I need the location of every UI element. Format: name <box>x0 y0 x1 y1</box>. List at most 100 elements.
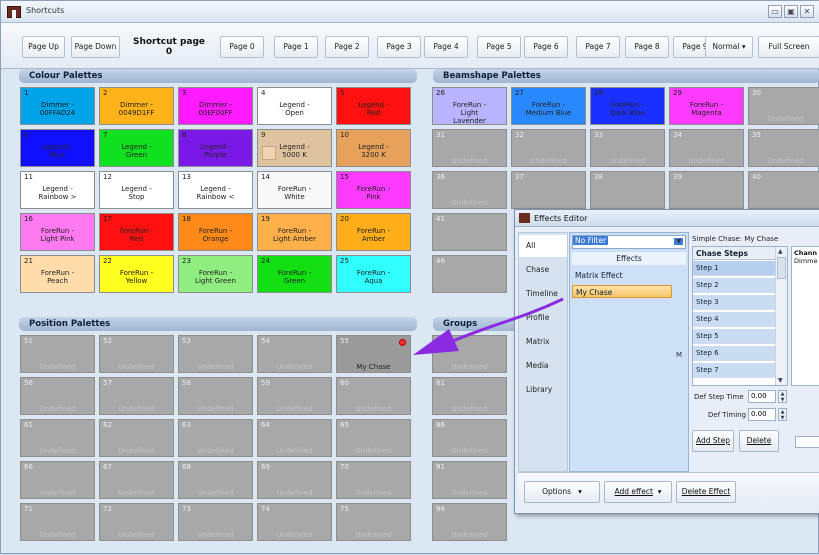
beamshape-palette-cell[interactable]: 29 ForeRun - Magenta <box>669 87 744 125</box>
colour-palette-cell[interactable]: 1 Dimmer - 00FFAD24 <box>20 87 95 125</box>
page-tab-6[interactable]: Page 6 <box>524 36 568 58</box>
position-palette-cell[interactable]: 63 Undefined <box>178 419 253 457</box>
chase-step-item[interactable]: Step 3 <box>693 295 775 310</box>
colour-palette-cell[interactable]: 17 ForeRun - Red <box>99 213 174 251</box>
def-timing-spinner[interactable]: ▲ ▼ <box>778 408 787 421</box>
colour-palette-cell[interactable]: 22 ForeRun - Yellow <box>99 255 174 293</box>
colour-palette-cell[interactable]: 24 ForeRun - Green <box>257 255 332 293</box>
position-palette-cell[interactable]: 62 Undefined <box>99 419 174 457</box>
position-palette-cell[interactable]: 52 Undefined <box>99 335 174 373</box>
position-palette-cell[interactable]: 56 Undefined <box>20 377 95 415</box>
page-tab-0[interactable]: Page 0 <box>220 36 264 58</box>
beamshape-palette-cell[interactable]: 26 ForeRun - Light Lavender <box>432 87 507 125</box>
full-screen-button[interactable]: Full Screen <box>758 36 819 58</box>
tab-timeline[interactable]: Timeline <box>519 283 567 305</box>
effects-editor-titlebar[interactable]: Effects Editor <box>515 210 819 227</box>
tab-matrix[interactable]: Matrix <box>519 331 567 353</box>
chase-step-item[interactable]: Step 7 <box>693 363 775 378</box>
position-palette-cell[interactable]: 72 Undefined <box>99 503 174 541</box>
colour-palette-cell[interactable]: 15 ForeRun - Pink <box>336 171 411 209</box>
def-timing-input[interactable]: 0.00 <box>748 408 776 421</box>
steps-scrollbar[interactable]: ▲ ▼ <box>775 247 787 385</box>
beamshape-palette-cell[interactable]: 31 Undefined <box>432 129 507 167</box>
beamshape-palette-cell[interactable]: 41 <box>432 213 507 251</box>
page-down-button[interactable]: Page Down <box>71 36 120 58</box>
page-tab-8[interactable]: Page 8 <box>625 36 669 58</box>
beamshape-palette-cell[interactable]: 30 Undefined <box>748 87 819 125</box>
colour-palette-cell[interactable]: 23 ForeRun - Light Green <box>178 255 253 293</box>
position-palette-cell[interactable]: 59 Undefined <box>257 377 332 415</box>
beamshape-palette-cell[interactable]: 38 <box>590 171 665 209</box>
position-palette-cell[interactable]: 58 Undefined <box>178 377 253 415</box>
position-palette-cell[interactable]: 66 Undefined <box>20 461 95 499</box>
colour-palette-cell[interactable]: 14 ForeRun - White <box>257 171 332 209</box>
beamshape-palette-cell[interactable]: 39 <box>669 171 744 209</box>
group-palette-cell[interactable]: 86 Undefined <box>432 419 507 457</box>
beamshape-palette-cell[interactable]: 33 Undefined <box>590 129 665 167</box>
beamshape-palette-cell[interactable]: 28 ForeRun - Dark Blue <box>590 87 665 125</box>
group-palette-cell[interactable]: 96 Undefined <box>432 503 507 541</box>
scroll-thumb[interactable] <box>777 257 786 279</box>
position-palette-cell[interactable]: 73 Undefined <box>178 503 253 541</box>
colour-palette-cell[interactable]: 7 Legend - Green <box>99 129 174 167</box>
position-palette-cell[interactable]: 51 Undefined <box>20 335 95 373</box>
effect-item-my-chase[interactable]: My Chase <box>572 285 672 298</box>
colour-palette-cell[interactable]: 4 Legend - Open <box>257 87 332 125</box>
colour-palette-cell[interactable]: 13 Legend - Rainbow < <box>178 171 253 209</box>
filter-select[interactable]: No Filter ▼ <box>572 235 686 249</box>
position-palette-cell[interactable]: 74 Undefined <box>257 503 332 541</box>
position-palette-cell[interactable]: 54 Undefined <box>257 335 332 373</box>
colour-palette-cell[interactable]: 19 ForeRun - Light Amber <box>257 213 332 251</box>
page-tab-1[interactable]: Page 1 <box>274 36 318 58</box>
colour-palette-cell[interactable]: 12 Legend - Stop <box>99 171 174 209</box>
channel-value-input[interactable] <box>795 436 819 448</box>
position-palette-cell[interactable]: 75 Undefined <box>336 503 411 541</box>
beamshape-palette-cell[interactable]: 32 Undefined <box>511 129 586 167</box>
colour-palette-cell[interactable]: 25 ForeRun - Aqua <box>336 255 411 293</box>
colour-palette-cell[interactable]: 18 ForeRun - Orange <box>178 213 253 251</box>
tab-profile[interactable]: Profile <box>519 307 567 329</box>
chase-step-item[interactable]: Step 5 <box>693 329 775 344</box>
beamshape-palette-cell[interactable]: 36 Undefined <box>432 171 507 209</box>
page-tab-3[interactable]: Page 3 <box>377 36 421 58</box>
position-palette-cell[interactable]: 57 Undefined <box>99 377 174 415</box>
position-palette-cell[interactable]: 53 Undefined <box>178 335 253 373</box>
page-tab-4[interactable]: Page 4 <box>424 36 468 58</box>
beamshape-palette-cell[interactable]: 37 <box>511 171 586 209</box>
effect-item-matrix[interactable]: Matrix Effect <box>572 269 672 282</box>
position-palette-cell[interactable]: 61 Undefined <box>20 419 95 457</box>
colour-palette-cell[interactable]: 16 ForeRun - Light Pink <box>20 213 95 251</box>
close-icon[interactable]: ✕ <box>800 5 814 18</box>
colour-palette-cell[interactable]: 21 ForeRun - Peach <box>20 255 95 293</box>
colour-palette-cell[interactable]: 5 Legend - Red <box>336 87 411 125</box>
chase-step-item[interactable]: Step 4 <box>693 312 775 327</box>
colour-palette-cell[interactable]: 8 Legend - Purple <box>178 129 253 167</box>
colour-palette-cell[interactable]: 2 Dimmer - 0049D1FF <box>99 87 174 125</box>
chase-step-item[interactable]: Step 2 <box>693 278 775 293</box>
tab-library[interactable]: Library <box>519 379 567 401</box>
group-palette-cell[interactable]: 81 Undefined <box>432 377 507 415</box>
position-palette-cell[interactable]: 60 Undefined <box>336 377 411 415</box>
position-palette-cell[interactable]: 68 Undefined <box>178 461 253 499</box>
position-palette-cell[interactable]: 69 Undefined <box>257 461 332 499</box>
tab-all[interactable]: All <box>519 235 567 257</box>
position-palette-cell[interactable]: 64 Undefined <box>257 419 332 457</box>
colour-palette-cell[interactable]: 9 Legend - 5000 K <box>257 129 332 167</box>
colour-palette-cell[interactable]: 11 Legend - Rainbow > <box>20 171 95 209</box>
colour-palette-cell[interactable]: 20 ForeRun - Amber <box>336 213 411 251</box>
page-tab-5[interactable]: Page 5 <box>477 36 521 58</box>
add-step-button[interactable]: Add Step <box>692 430 734 452</box>
colour-palette-cell[interactable]: 6 Legend - Blue <box>20 129 95 167</box>
position-palette-cell[interactable]: 71 Undefined <box>20 503 95 541</box>
view-mode-select[interactable]: Normal ▾ <box>705 36 753 58</box>
page-tab-2[interactable]: Page 2 <box>325 36 369 58</box>
chase-step-item[interactable]: Step 6 <box>693 346 775 361</box>
beamshape-palette-cell[interactable]: 35 Undefined <box>748 129 819 167</box>
page-up-button[interactable]: Page Up <box>22 36 65 58</box>
options-button[interactable]: Options ▾ <box>524 481 600 503</box>
position-palette-cell[interactable]: 55 My Chase <box>336 335 411 373</box>
scroll-up-icon[interactable]: ▲ <box>778 248 783 255</box>
beamshape-palette-cell[interactable]: 40 <box>748 171 819 209</box>
tab-chase[interactable]: Chase <box>519 259 567 281</box>
def-step-time-input[interactable]: 0.00 <box>748 390 776 403</box>
